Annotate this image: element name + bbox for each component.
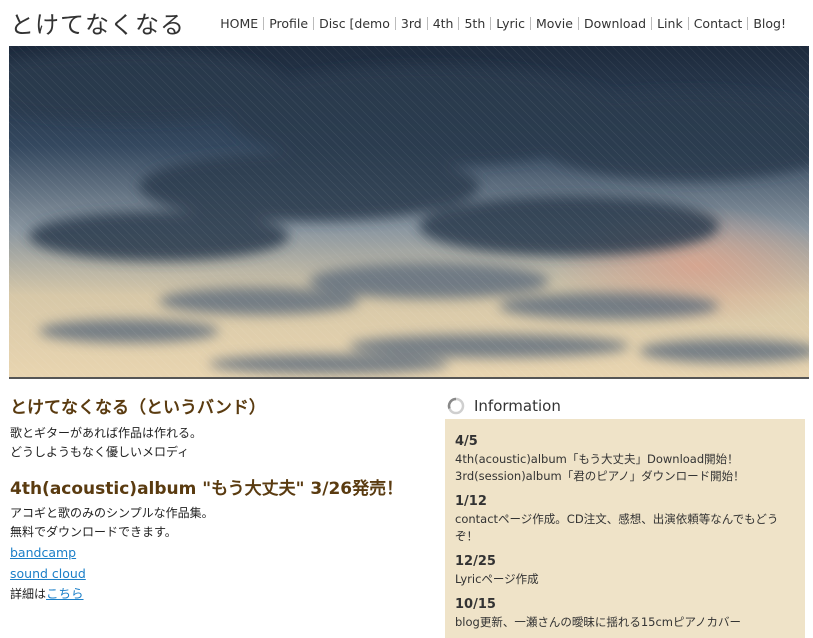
nav-disc[interactable]: Disc [demo [313, 17, 395, 30]
details-prefix: 詳細は [10, 587, 47, 601]
site-title[interactable]: とけてなくなる [10, 5, 185, 40]
nav-home[interactable]: HOME [215, 17, 263, 30]
main-nav: HOME Profile Disc [demo 3rd 4th 5th Lyri… [215, 17, 791, 30]
nav-lyric[interactable]: Lyric [490, 17, 530, 30]
information-box: 4/5 4th(acoustic)album「もう大丈夫」Download開始！… [445, 419, 805, 638]
news-line: 無料でダウンロードできます。 [10, 525, 177, 539]
details-row: 詳細はこちら [10, 584, 405, 604]
hero-image [9, 46, 809, 379]
nav-movie[interactable]: Movie [529, 17, 578, 30]
nav-profile[interactable]: Profile [263, 17, 313, 30]
nav-4th[interactable]: 4th [426, 17, 459, 30]
spinner-icon [447, 397, 465, 415]
information-header: Information [445, 393, 805, 419]
info-date: 10/15 [455, 597, 496, 612]
news-line: アコギと歌のみのシンプルな作品集。 [10, 506, 214, 520]
site-header: とけてなくなる HOME Profile Disc [demo 3rd 4th … [0, 0, 813, 46]
band-title: とけてなくなる（というバンド） [10, 398, 266, 418]
info-date: 1/12 [455, 494, 487, 509]
info-text: 3rd(session)album「君のピアノ」ダウンロード開始！ [455, 469, 745, 483]
info-date: 4/5 [455, 434, 478, 449]
band-line: どうしようもなく優しいメロディ [10, 445, 190, 459]
information-section: Information 4/5 4th(acoustic)album「もう大丈夫… [445, 393, 805, 638]
details-link[interactable]: こちら [46, 586, 84, 601]
nav-blog[interactable]: Blog! [747, 17, 791, 30]
info-date: 12/25 [455, 554, 496, 569]
nav-contact[interactable]: Contact [687, 17, 748, 30]
information-title: Information [474, 397, 561, 415]
band-line: 歌とギターがあれば作品は作れる。 [10, 426, 203, 440]
nav-3rd[interactable]: 3rd [394, 17, 427, 30]
info-text: 4th(acoustic)album「もう大丈夫」Download開始！ [455, 452, 739, 466]
bandcamp-link[interactable]: bandcamp [10, 545, 76, 560]
nav-link[interactable]: Link [651, 17, 688, 30]
nav-5th[interactable]: 5th [458, 17, 490, 30]
info-text: blog更新、一瀬さんの曖昧に揺れる15cmピアノカバー [455, 615, 741, 629]
info-text: Lyricページ作成 [455, 572, 539, 586]
info-text: contactページ作成。CD注文、感想、出演依頼等なんでもどうぞ！ [455, 512, 779, 543]
news-title: 4th(acoustic)album "もう大丈夫" 3/26発売！ [10, 479, 404, 499]
sky-clouds-photo [9, 46, 809, 377]
nav-download[interactable]: Download [577, 17, 651, 30]
intro-section: とけてなくなる（というバンド） 歌とギターがあれば作品は作れる。 どうしようもな… [10, 393, 405, 604]
soundcloud-link[interactable]: sound cloud [10, 566, 86, 581]
